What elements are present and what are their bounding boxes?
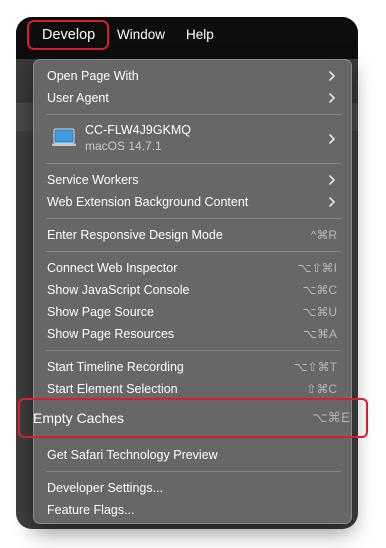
menu-item-label: Show Page Source bbox=[47, 305, 155, 319]
menu-separator bbox=[46, 251, 341, 252]
menu-item-start-element-selection[interactable]: Start Element Selection ⇧⌘C bbox=[34, 378, 351, 400]
menu-separator bbox=[46, 163, 341, 164]
menu-item-label: Feature Flags... bbox=[47, 503, 135, 517]
menubar-window[interactable]: Window bbox=[117, 26, 165, 44]
menu-item-show-page-source[interactable]: Show Page Source ⌥⌘U bbox=[34, 301, 351, 323]
chevron-right-icon bbox=[329, 93, 335, 103]
menu-item-show-javascript-console[interactable]: Show JavaScript Console ⌥⌘C bbox=[34, 279, 351, 301]
menu-item-developer-settings[interactable]: Developer Settings... bbox=[34, 477, 351, 499]
empty-caches-highlight-box bbox=[18, 398, 368, 438]
menu-item-label: Developer Settings... bbox=[47, 481, 164, 495]
menu-item-web-extension-background-content[interactable]: Web Extension Background Content bbox=[34, 191, 351, 213]
chevron-right-icon bbox=[329, 175, 335, 185]
develop-menu: Open Page With User Agent CC-FLW4J9GKMQ … bbox=[33, 59, 352, 524]
menu-item-label: Connect Web Inspector bbox=[47, 261, 178, 275]
menu-item-label: Start Timeline Recording bbox=[47, 360, 184, 374]
menu-item-device[interactable]: CC-FLW4J9GKMQ macOS 14.7.1 bbox=[34, 120, 351, 158]
menu-item-get-safari-technology-preview[interactable]: Get Safari Technology Preview bbox=[34, 444, 351, 466]
keyboard-shortcut: ⌥⌘U bbox=[302, 305, 338, 319]
develop-highlight-box bbox=[27, 20, 109, 50]
device-os-version: macOS 14.7.1 bbox=[85, 139, 162, 153]
menu-item-label: Enter Responsive Design Mode bbox=[47, 228, 223, 242]
menu-item-user-agent[interactable]: User Agent bbox=[34, 87, 351, 109]
keyboard-shortcut: ⇧⌘C bbox=[306, 382, 337, 396]
keyboard-shortcut: ⌥⇧⌘T bbox=[293, 360, 337, 374]
screenshot-stage: Develop Window Help Open Page With User … bbox=[0, 0, 386, 548]
menu-item-responsive-design-mode[interactable]: Enter Responsive Design Mode ^⌘R bbox=[34, 224, 351, 246]
menu-item-label: Show Page Resources bbox=[47, 327, 175, 341]
menu-separator bbox=[46, 218, 341, 219]
keyboard-shortcut: ⌥⇧⌘I bbox=[297, 261, 337, 275]
menu-separator bbox=[46, 471, 341, 472]
chevron-right-icon bbox=[329, 197, 335, 207]
chevron-right-icon bbox=[329, 134, 335, 144]
device-name: CC-FLW4J9GKMQ bbox=[85, 123, 192, 137]
menu-item-label: Web Extension Background Content bbox=[47, 195, 249, 209]
menu-item-label: Start Element Selection bbox=[47, 382, 178, 396]
menu-item-label: User Agent bbox=[47, 91, 109, 105]
menu-item-label: Get Safari Technology Preview bbox=[47, 448, 218, 462]
menu-item-feature-flags[interactable]: Feature Flags... bbox=[34, 499, 351, 521]
menu-item-start-timeline-recording[interactable]: Start Timeline Recording ⌥⇧⌘T bbox=[34, 356, 351, 378]
menu-separator bbox=[46, 114, 341, 115]
menu-item-label: Service Workers bbox=[47, 173, 139, 187]
chevron-right-icon bbox=[329, 71, 335, 81]
menu-item-open-page-with[interactable]: Open Page With bbox=[34, 65, 351, 87]
menu-item-show-page-resources[interactable]: Show Page Resources ⌥⌘A bbox=[34, 323, 351, 345]
menu-item-label: Open Page With bbox=[47, 69, 139, 83]
laptop-icon bbox=[52, 128, 76, 146]
keyboard-shortcut: ⌥⌘A bbox=[303, 327, 337, 341]
menu-separator bbox=[46, 350, 341, 351]
keyboard-shortcut: ⌥⌘C bbox=[302, 283, 338, 297]
menu-item-service-workers[interactable]: Service Workers bbox=[34, 169, 351, 191]
menu-item-connect-web-inspector[interactable]: Connect Web Inspector ⌥⇧⌘I bbox=[34, 257, 351, 279]
keyboard-shortcut: ^⌘R bbox=[310, 228, 337, 242]
menubar-help[interactable]: Help bbox=[186, 26, 214, 44]
menu-item-label: Show JavaScript Console bbox=[47, 283, 190, 297]
